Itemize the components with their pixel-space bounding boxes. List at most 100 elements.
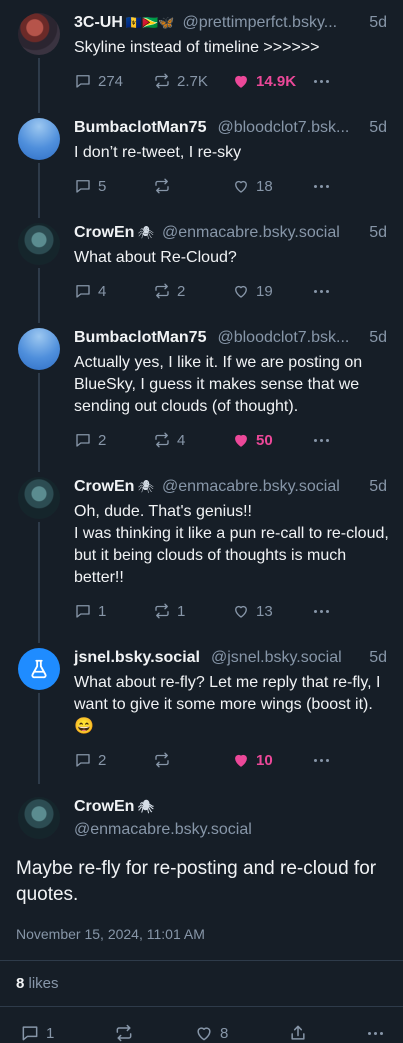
author-name[interactable]: BumbaclotMan75 — [74, 327, 206, 348]
share-button[interactable] — [288, 1023, 308, 1043]
author-handle[interactable]: @jsnel.bsky.social — [211, 647, 361, 668]
more-options-button[interactable] — [311, 184, 331, 188]
repost-button[interactable] — [114, 1023, 134, 1043]
author-name[interactable]: 3C-UH — [74, 12, 123, 33]
reply-button[interactable]: 1 — [74, 602, 153, 620]
author-handle[interactable]: @prettimperfct.bsky... — [182, 12, 361, 33]
author-name[interactable]: CrowEn — [74, 222, 134, 243]
author-handle[interactable]: @bloodclot7.bsk... — [217, 117, 361, 138]
post-text-line: I was thinking it like a pun re-call to … — [74, 525, 389, 586]
repost-arrows-icon — [155, 432, 169, 448]
post-text: Skyline instead of timeline >>>>>> — [74, 37, 391, 59]
author-name[interactable]: CrowEn — [74, 476, 134, 497]
author-handle[interactable]: @enmacabre.bsky.social — [162, 222, 361, 243]
more-dots-icon — [313, 184, 329, 188]
share-icon — [291, 1025, 305, 1040]
more-dots-icon — [313, 609, 329, 613]
more-dots-icon — [368, 1031, 383, 1035]
more-dots-icon — [313, 289, 329, 293]
thread-line — [38, 315, 40, 323]
author-row: CrowEn 🕷 — [74, 796, 252, 817]
author-handle[interactable]: @enmacabre.bsky.social — [162, 476, 361, 497]
avatar[interactable] — [18, 797, 60, 839]
focused-post: CrowEn 🕷 @enmacabre.bsky.social Maybe re… — [0, 784, 403, 1043]
reply-count: 4 — [98, 282, 107, 300]
reply-button[interactable]: 2 — [74, 431, 153, 449]
avatar[interactable] — [18, 223, 60, 265]
more-dots-icon — [313, 79, 329, 83]
author-handle[interactable]: @bloodclot7.bsk... — [217, 327, 361, 348]
heart-icon — [235, 285, 247, 298]
repost-button[interactable]: 4 — [153, 431, 232, 449]
thread-post[interactable]: BumbaclotMan75 @bloodclot7.bsk... 5d I d… — [0, 105, 403, 210]
post-header: 3C-UH 🇧🇧🇬🇾🦋 @prettimperfct.bsky... 5d — [74, 12, 391, 33]
post-time[interactable]: 5d — [369, 12, 391, 33]
avatar[interactable] — [18, 328, 60, 370]
post-text: What about Re-Cloud? — [74, 247, 391, 269]
reply-button[interactable]: 1 — [20, 1023, 54, 1043]
more-options-button[interactable] — [311, 438, 331, 442]
post-time[interactable]: 5d — [369, 327, 391, 348]
like-button[interactable]: 14.9K — [232, 72, 311, 90]
post-time[interactable]: 5d — [369, 117, 391, 138]
post-time[interactable]: 5d — [369, 476, 391, 497]
thread-post[interactable]: jsnel.bsky.social @jsnel.bsky.social 5d … — [0, 635, 403, 784]
likes-label: likes — [28, 975, 59, 992]
post-text-line: What about re-fly? Let me reply that re-… — [74, 674, 381, 735]
more-options-button[interactable] — [311, 289, 331, 293]
post-text-line: Oh, dude. That's genius!! — [74, 503, 252, 520]
avatar[interactable] — [18, 118, 60, 160]
focused-post-header: CrowEn 🕷 @enmacabre.bsky.social — [16, 796, 387, 840]
repost-button[interactable]: 1 — [153, 602, 232, 620]
like-button[interactable]: 8 — [194, 1023, 228, 1043]
more-options-button[interactable] — [368, 1031, 383, 1035]
post-actions: 274 2.7K 14.9K — [74, 69, 391, 105]
like-button[interactable]: 10 — [232, 751, 311, 769]
post-actions: 5 18 — [74, 174, 391, 210]
author-name[interactable]: jsnel.bsky.social — [74, 647, 200, 668]
more-options-button[interactable] — [311, 758, 331, 762]
likes-count: 8 — [16, 975, 25, 992]
reply-button[interactable]: 5 — [74, 177, 153, 195]
post-header: BumbaclotMan75 @bloodclot7.bsk... 5d — [74, 117, 391, 138]
author-handle[interactable]: @enmacabre.bsky.social — [74, 819, 252, 840]
more-options-button[interactable] — [311, 609, 331, 613]
likes-count-link[interactable]: 8 likes — [16, 961, 387, 1006]
heart-icon — [235, 434, 247, 447]
author-name[interactable]: BumbaclotMan75 — [74, 117, 206, 138]
thread-line — [38, 522, 40, 635]
like-button[interactable]: 13 — [232, 602, 311, 620]
like-button[interactable]: 50 — [232, 431, 311, 449]
author-emoji: 🇧🇧🇬🇾🦋 — [125, 15, 175, 30]
repost-button[interactable]: 2 — [153, 282, 232, 300]
author-name[interactable]: CrowEn — [74, 796, 134, 817]
reply-count: 1 — [46, 1024, 55, 1042]
repost-button[interactable] — [153, 751, 232, 769]
thread-line — [38, 105, 40, 113]
post-time[interactable]: 5d — [369, 222, 391, 243]
like-count: 14.9K — [256, 72, 297, 90]
post-header: CrowEn 🕷 @enmacabre.bsky.social 5d — [74, 476, 391, 497]
reply-button[interactable]: 2 — [74, 751, 153, 769]
thread-post[interactable]: 3C-UH 🇧🇧🇬🇾🦋 @prettimperfct.bsky... 5d Sk… — [0, 0, 403, 105]
like-button[interactable]: 19 — [232, 282, 311, 300]
repost-button[interactable] — [153, 177, 232, 195]
thread-post[interactable]: BumbaclotMan75 @bloodclot7.bsk... 5d Act… — [0, 315, 403, 464]
reply-count: 5 — [98, 177, 107, 195]
avatar[interactable] — [18, 13, 60, 55]
thread-line — [38, 210, 40, 218]
avatar[interactable] — [18, 477, 60, 519]
heart-icon — [235, 605, 247, 618]
like-button[interactable]: 18 — [232, 177, 311, 195]
repost-arrows-icon — [155, 178, 169, 194]
thread-post[interactable]: CrowEn 🕷 @enmacabre.bsky.social 5d Oh, d… — [0, 464, 403, 635]
avatar[interactable] — [18, 648, 60, 690]
reply-button[interactable]: 4 — [74, 282, 153, 300]
more-options-button[interactable] — [311, 79, 331, 83]
like-count: 8 — [220, 1024, 229, 1042]
reply-button[interactable]: 274 — [74, 72, 153, 90]
post-time[interactable]: 5d — [369, 647, 391, 668]
flask-icon — [31, 659, 47, 679]
repost-button[interactable]: 2.7K — [153, 72, 232, 90]
thread-post[interactable]: CrowEn 🕷 @enmacabre.bsky.social 5d What … — [0, 210, 403, 315]
